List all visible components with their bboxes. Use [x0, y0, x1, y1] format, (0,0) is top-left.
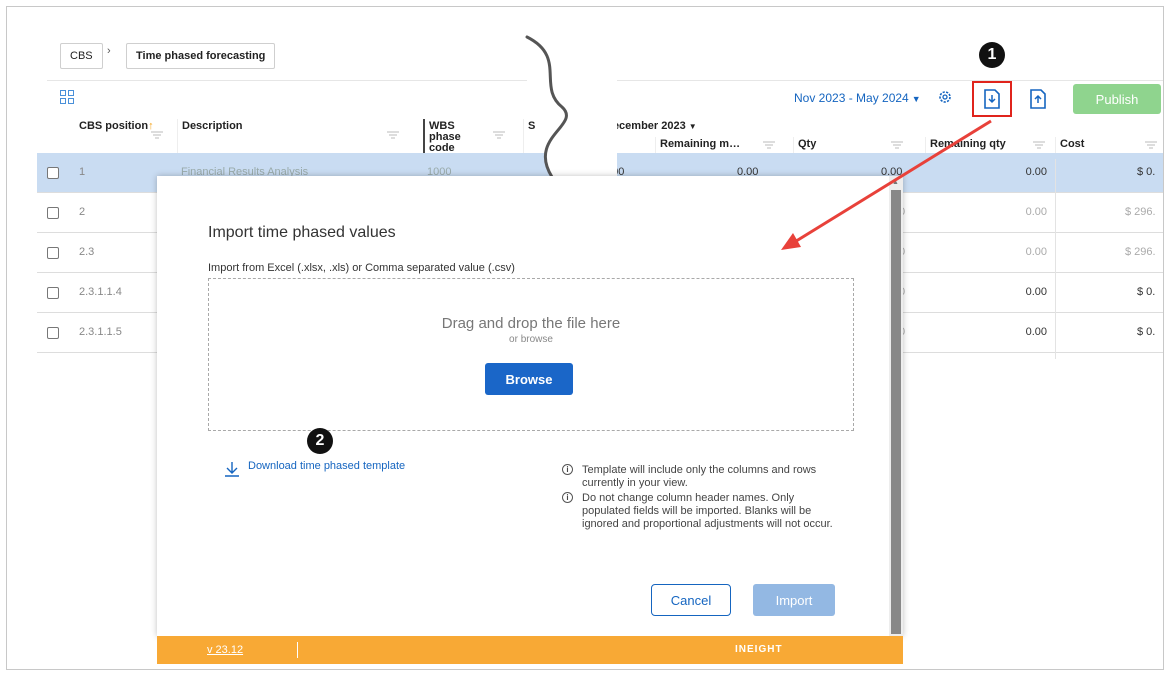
annotation-arrow — [781, 119, 992, 250]
app-frame: CBS › Time phased forecasting Nov 2023 -… — [6, 6, 1164, 670]
